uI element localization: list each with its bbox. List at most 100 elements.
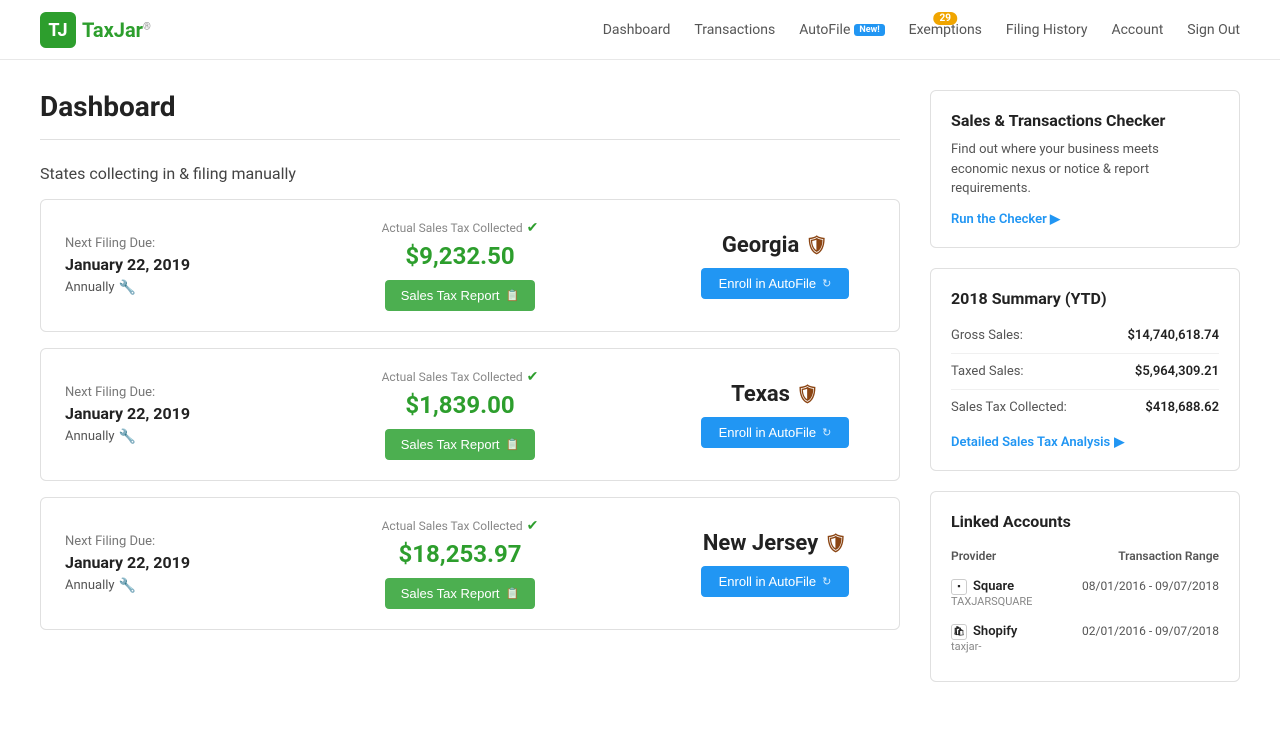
texas-tax-label: Actual Sales Tax Collected ✔: [245, 369, 675, 385]
georgia-tax-label: Actual Sales Tax Collected ✔: [245, 220, 675, 236]
linked-account-square: ▪ Square TAXJARSQUARE 08/01/2016 - 09/07…: [951, 571, 1219, 616]
nav-account[interactable]: Account: [1111, 22, 1163, 38]
georgia-frequency: Annually 🔧: [65, 280, 245, 296]
texas-filing-label: Next Filing Due:: [65, 385, 245, 400]
collected-label: Sales Tax Collected:: [951, 400, 1067, 415]
texas-filing-info: Next Filing Due: January 22, 2019 Annual…: [65, 385, 245, 445]
refresh-icon: ↻: [822, 426, 831, 439]
autofile-new-badge: New!: [854, 24, 884, 36]
shield-icon: 🛡: [805, 235, 828, 256]
logo: TJ TaxJar®: [40, 12, 151, 48]
texas-tax-amount: $1,839.00: [245, 391, 675, 419]
shopify-provider: 🛍 Shopify taxjar-: [951, 616, 1051, 661]
state-card-texas: Next Filing Due: January 22, 2019 Annual…: [40, 348, 900, 481]
summary-row-taxed: Taxed Sales: $5,964,309.21: [951, 354, 1219, 390]
summary-row-collected: Sales Tax Collected: $418,688.62: [951, 390, 1219, 425]
logo-text: TaxJar®: [82, 18, 151, 42]
doc-icon: 📋: [506, 587, 520, 600]
col-range: Transaction Range: [1051, 545, 1219, 571]
georgia-report-button[interactable]: Sales Tax Report 📋: [385, 280, 535, 311]
state-card-new-jersey: Next Filing Due: January 22, 2019 Annual…: [40, 497, 900, 630]
texas-report-button[interactable]: Sales Tax Report 📋: [385, 429, 535, 460]
linked-accounts-table: Provider Transaction Range ▪ Square TAXJ…: [951, 545, 1219, 661]
title-divider: [40, 139, 900, 140]
nav-exemptions-wrap: Exemptions 29: [909, 22, 982, 38]
nj-autofile-button[interactable]: Enroll in AutoFile ↻: [701, 566, 850, 597]
georgia-state-name: Georgia 🛡: [675, 233, 875, 258]
linked-account-shopify: 🛍 Shopify taxjar- 02/01/2016 - 09/07/201…: [951, 616, 1219, 661]
nj-frequency: Annually 🔧: [65, 578, 245, 594]
collected-value: $418,688.62: [1145, 400, 1219, 415]
analysis-link[interactable]: Detailed Sales Tax Analysis ▶: [951, 435, 1124, 450]
right-column: Sales & Transactions Checker Find out wh…: [930, 90, 1240, 702]
check-circle-icon: ✔: [527, 518, 539, 534]
shopify-sub: taxjar-: [951, 640, 1051, 653]
section-title: States collecting in & filing manually: [40, 164, 900, 183]
nj-filing-date: January 22, 2019: [65, 553, 245, 572]
square-icon: ▪: [951, 579, 967, 595]
taxed-sales-label: Taxed Sales:: [951, 364, 1024, 379]
checker-description: Find out where your business meets econo…: [951, 140, 1219, 199]
texas-autofile-button[interactable]: Enroll in AutoFile ↻: [701, 417, 850, 448]
gross-sales-label: Gross Sales:: [951, 328, 1023, 343]
square-provider: ▪ Square TAXJARSQUARE: [951, 571, 1051, 616]
nj-filing-label: Next Filing Due:: [65, 534, 245, 549]
texas-state-name: Texas 🛡: [675, 382, 875, 407]
checker-title: Sales & Transactions Checker: [951, 111, 1219, 130]
page-title: Dashboard: [40, 90, 900, 123]
georgia-filing-info: Next Filing Due: January 22, 2019 Annual…: [65, 236, 245, 296]
col-provider: Provider: [951, 545, 1051, 571]
texas-state-info: Texas 🛡 Enroll in AutoFile ↻: [675, 382, 875, 448]
svg-text:TJ: TJ: [48, 20, 67, 41]
nav-bar: TJ TaxJar® Dashboard Transactions AutoFi…: [0, 0, 1280, 60]
georgia-autofile-button[interactable]: Enroll in AutoFile ↻: [701, 268, 850, 299]
nav-transactions[interactable]: Transactions: [694, 22, 775, 38]
shield-icon: 🛡: [824, 533, 847, 554]
square-name: ▪ Square: [951, 579, 1051, 595]
summary-row-gross: Gross Sales: $14,740,618.74: [951, 318, 1219, 354]
summary-card: 2018 Summary (YTD) Gross Sales: $14,740,…: [930, 268, 1240, 471]
nj-state-info: New Jersey 🛡 Enroll in AutoFile ↻: [675, 531, 875, 597]
nj-state-name: New Jersey 🛡: [675, 531, 875, 556]
gross-sales-value: $14,740,618.74: [1128, 328, 1220, 343]
nav-autofile[interactable]: AutoFile: [799, 22, 850, 38]
shopify-name: 🛍 Shopify: [951, 624, 1051, 640]
checker-arrow-icon: ▶: [1050, 212, 1060, 227]
nj-report-button[interactable]: Sales Tax Report 📋: [385, 578, 535, 609]
shopify-icon: 🛍: [951, 624, 967, 640]
square-sub: TAXJARSQUARE: [951, 595, 1051, 608]
main-content: Dashboard States collecting in & filing …: [0, 60, 1280, 732]
check-circle-icon: ✔: [527, 369, 539, 385]
doc-icon: 📋: [506, 438, 520, 451]
wrench-icon: 🔧: [119, 280, 136, 296]
nj-tax-label: Actual Sales Tax Collected ✔: [245, 518, 675, 534]
nj-tax-amount: $18,253.97: [245, 540, 675, 568]
run-checker-link[interactable]: Run the Checker ▶: [951, 212, 1060, 227]
checker-card: Sales & Transactions Checker Find out wh…: [930, 90, 1240, 248]
georgia-state-info: Georgia 🛡 Enroll in AutoFile ↻: [675, 233, 875, 299]
shield-icon: 🛡: [796, 384, 819, 405]
doc-icon: 📋: [506, 289, 520, 302]
refresh-icon: ↻: [822, 277, 831, 290]
texas-filing-date: January 22, 2019: [65, 404, 245, 423]
linked-accounts-card: Linked Accounts Provider Transaction Ran…: [930, 491, 1240, 682]
wrench-icon: 🔧: [119, 429, 136, 445]
georgia-tax-info: Actual Sales Tax Collected ✔ $9,232.50 S…: [245, 220, 675, 311]
georgia-tax-amount: $9,232.50: [245, 242, 675, 270]
nav-filing-history[interactable]: Filing History: [1006, 22, 1088, 38]
summary-rows: Gross Sales: $14,740,618.74 Taxed Sales:…: [951, 318, 1219, 425]
check-circle-icon: ✔: [527, 220, 539, 236]
nj-filing-info: Next Filing Due: January 22, 2019 Annual…: [65, 534, 245, 594]
taxed-sales-value: $5,964,309.21: [1135, 364, 1219, 379]
exemptions-badge: 29: [934, 12, 957, 25]
analysis-arrow-icon: ▶: [1114, 435, 1124, 450]
georgia-filing-label: Next Filing Due:: [65, 236, 245, 251]
nav-autofile-wrap: AutoFile New!: [799, 22, 884, 38]
wrench-icon: 🔧: [119, 578, 136, 594]
texas-frequency: Annually 🔧: [65, 429, 245, 445]
nav-dashboard[interactable]: Dashboard: [603, 22, 671, 38]
nav-sign-out[interactable]: Sign Out: [1187, 22, 1240, 38]
left-column: Dashboard States collecting in & filing …: [40, 90, 900, 702]
georgia-filing-date: January 22, 2019: [65, 255, 245, 274]
nj-tax-info: Actual Sales Tax Collected ✔ $18,253.97 …: [245, 518, 675, 609]
